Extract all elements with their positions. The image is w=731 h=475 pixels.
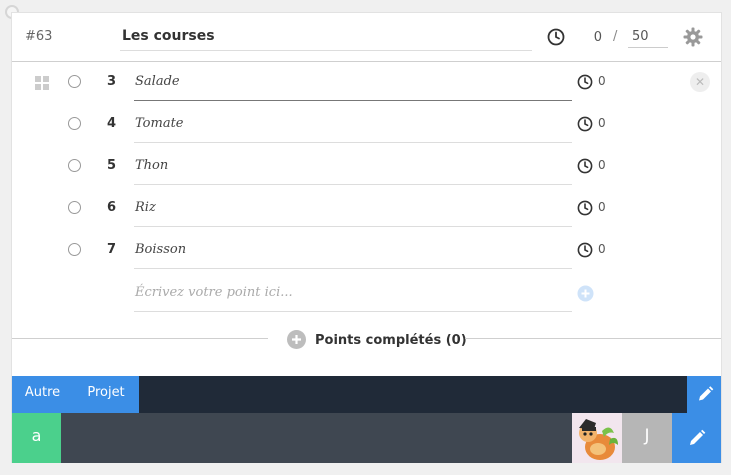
time-spent: 0 bbox=[593, 30, 602, 45]
clock-icon[interactable] bbox=[577, 200, 593, 216]
item-text-input[interactable]: Tomate bbox=[134, 104, 572, 143]
pencil-icon bbox=[699, 386, 714, 401]
item-number: 4 bbox=[106, 116, 116, 131]
checklist-card: #63 Les courses 0 / 50 3 Salade 0 ✕ 4 To… bbox=[11, 12, 722, 463]
item-checkbox[interactable] bbox=[68, 243, 81, 256]
drag-handle-icon[interactable] bbox=[35, 76, 49, 90]
cartoon-character-avatar-icon bbox=[579, 419, 618, 460]
item-checkbox[interactable] bbox=[68, 75, 81, 88]
item-checkbox[interactable] bbox=[68, 201, 81, 214]
checklist-item: 3 Salade 0 ✕ bbox=[12, 62, 721, 104]
item-text-input[interactable]: Boisson bbox=[134, 230, 572, 269]
card-header: #63 Les courses 0 / 50 bbox=[12, 13, 721, 62]
completed-items-toggle[interactable]: Points complétés (0) bbox=[315, 333, 467, 348]
item-text-input[interactable]: Thon bbox=[134, 146, 572, 185]
card-id: #63 bbox=[25, 29, 53, 44]
item-text-input[interactable]: Salade bbox=[134, 62, 572, 101]
users-bar: a J bbox=[12, 413, 721, 463]
item-time: 0 bbox=[598, 74, 606, 88]
card-title-input[interactable]: Les courses bbox=[120, 25, 532, 51]
checklist-item: 5 Thon 0 bbox=[12, 146, 721, 188]
checklist-item: 4 Tomate 0 bbox=[12, 104, 721, 146]
pencil-icon bbox=[690, 429, 706, 445]
clock-icon[interactable] bbox=[577, 242, 593, 258]
time-estimate-input[interactable]: 50 bbox=[628, 28, 668, 48]
time-separator: / bbox=[613, 29, 618, 44]
avatar[interactable]: J bbox=[622, 413, 672, 463]
item-time: 0 bbox=[598, 242, 606, 256]
tags-bar: Autre Projet bbox=[12, 376, 721, 413]
divider bbox=[12, 338, 268, 339]
new-item-input[interactable]: Écrivez votre point ici... bbox=[134, 278, 572, 312]
clock-icon[interactable] bbox=[577, 74, 593, 90]
clock-icon bbox=[547, 28, 565, 46]
item-checkbox[interactable] bbox=[68, 117, 81, 130]
item-time: 0 bbox=[598, 158, 606, 172]
clock-icon[interactable] bbox=[577, 116, 593, 132]
avatar[interactable] bbox=[572, 413, 622, 463]
add-icon[interactable] bbox=[287, 330, 306, 349]
checklist-item: 7 Boisson 0 bbox=[12, 230, 721, 272]
remove-icon[interactable]: ✕ bbox=[690, 72, 710, 92]
item-time: 0 bbox=[598, 200, 606, 214]
avatar[interactable]: a bbox=[12, 413, 61, 463]
clock-icon[interactable] bbox=[577, 158, 593, 174]
checklist-item: 6 Riz 0 bbox=[12, 188, 721, 230]
item-number: 3 bbox=[106, 74, 116, 89]
divider bbox=[465, 338, 721, 339]
item-number: 5 bbox=[106, 158, 116, 173]
item-number: 7 bbox=[106, 242, 116, 257]
item-text-input[interactable]: Riz bbox=[134, 188, 572, 227]
item-checkbox[interactable] bbox=[68, 159, 81, 172]
item-time: 0 bbox=[598, 116, 606, 130]
item-number: 6 bbox=[106, 200, 116, 215]
edit-tags-button[interactable] bbox=[687, 376, 721, 413]
tag-projet[interactable]: Projet bbox=[73, 376, 139, 413]
edit-users-button[interactable] bbox=[672, 413, 721, 463]
add-icon[interactable] bbox=[577, 285, 594, 302]
gear-icon[interactable] bbox=[683, 27, 703, 47]
tag-autre[interactable]: Autre bbox=[12, 376, 73, 413]
